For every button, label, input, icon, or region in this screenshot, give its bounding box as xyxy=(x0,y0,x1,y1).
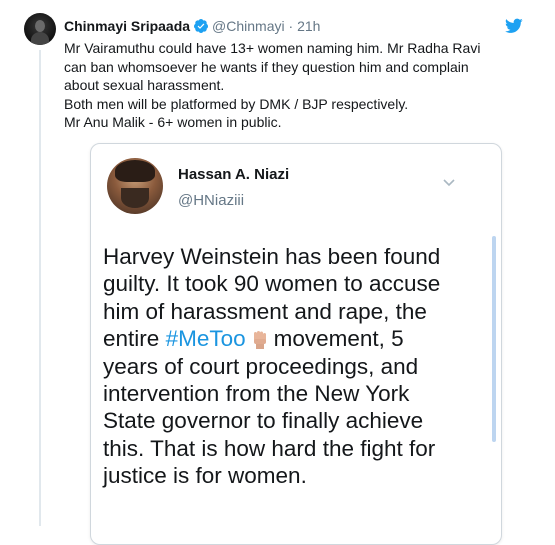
avatar[interactable] xyxy=(24,13,56,45)
embedded-tweet-screenshot[interactable]: Hassan A. Niazi @HNiaziii Harvey Weinste… xyxy=(90,143,502,545)
embedded-author-name: Hassan A. Niazi xyxy=(178,166,290,183)
author-handle[interactable]: @Chinmayi xyxy=(212,18,285,34)
embedded-text-line: this. That is how hard the fight for xyxy=(103,435,436,461)
embedded-tweet-text: Harvey Weinstein has been found guilty. … xyxy=(103,243,493,490)
embedded-text-line: guilty. It took 90 women to accuse xyxy=(103,271,441,297)
embedded-text-line: years of court proceedings, and xyxy=(103,353,419,379)
author-name[interactable]: Chinmayi Sripaada xyxy=(64,18,190,34)
embedded-text-line: him of harassment and rape, the xyxy=(103,298,427,324)
timestamp[interactable]: 21h xyxy=(297,18,320,34)
tweet-text-line: can ban whomsoever he wants if they ques… xyxy=(64,58,469,75)
embedded-text-segment: movement, 5 xyxy=(273,326,404,352)
embedded-author-handle: @HNiaziii xyxy=(178,192,245,209)
tweet-header: Chinmayi Sripaada @Chinmayi · 21h xyxy=(64,17,320,35)
tweet-text-line: Mr Anu Malik - 6+ women in public. xyxy=(64,114,282,130)
embedded-text-line: State governor to finally achieve xyxy=(103,408,424,434)
embedded-avatar xyxy=(107,158,163,214)
embedded-text-line: justice is for women. xyxy=(103,463,307,489)
metoo-hashtag: #MeToo xyxy=(165,326,246,352)
raised-fist-icon xyxy=(252,328,268,350)
embedded-text-segment: entire xyxy=(103,326,160,352)
chevron-down-icon xyxy=(443,174,455,187)
separator: · xyxy=(288,18,294,34)
thread-line xyxy=(39,50,41,526)
embedded-text-line: Harvey Weinstein has been found xyxy=(103,244,441,269)
tweet-text-line: about sexual harassment. xyxy=(64,77,225,93)
embedded-text-line: intervention from the New York xyxy=(103,381,410,407)
twitter-bird-icon xyxy=(505,18,523,34)
tweet-text: Mr Vairamuthu could have 13+ women namin… xyxy=(64,39,534,132)
tweet-text-line: Both men will be platformed by DMK / BJP… xyxy=(64,95,409,112)
tweet-text-line: Mr Vairamuthu could have 13+ women namin… xyxy=(64,40,481,56)
tweet: Chinmayi Sripaada @Chinmayi · 21h Mr Vair… xyxy=(0,0,555,545)
embedded-text-line: entire #MeToo movement, 5 xyxy=(103,325,493,352)
verified-badge-icon xyxy=(193,18,209,38)
